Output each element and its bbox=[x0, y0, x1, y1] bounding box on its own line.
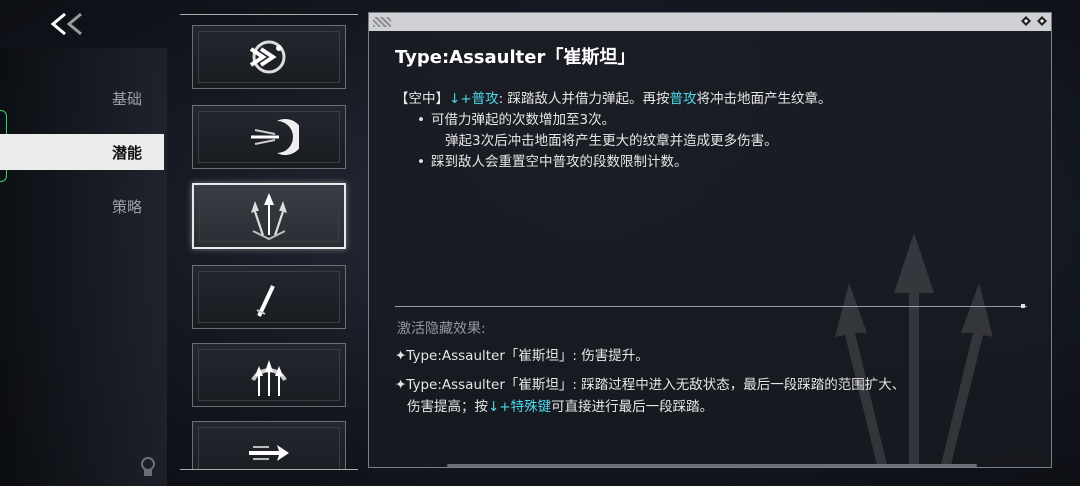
tab-potential[interactable]: 潜能 bbox=[0, 134, 164, 170]
arrow-burst-icon bbox=[251, 360, 287, 396]
hatch-pattern bbox=[373, 17, 391, 27]
skill-slot-1[interactable] bbox=[192, 25, 346, 89]
crescent-slash-icon bbox=[251, 119, 299, 155]
bullet-dot: • bbox=[417, 154, 425, 170]
description-line: 【空中】↓+普攻: 踩踏敌人并借力弹起。再按普攻将冲击地面产生纹章。 bbox=[395, 89, 1025, 110]
input-command: ↓+普攻 bbox=[449, 91, 499, 107]
input-command: ↓+特殊键 bbox=[488, 399, 552, 415]
medal-icon bbox=[138, 456, 158, 478]
diamond-icon bbox=[1021, 16, 1031, 26]
skill-detail-panel: Type:Assaulter「崔斯坦」 【空中】↓+普攻: 踩踏敌人并借力弹起。… bbox=[368, 12, 1052, 468]
hidden-text: 伤害提高；按 bbox=[407, 399, 488, 415]
section-divider bbox=[395, 306, 1027, 307]
input-command: 普攻 bbox=[669, 91, 697, 107]
dash-chevron-icon bbox=[249, 40, 286, 74]
bullet-text: 可借力弹起的次数增加至3次。 bbox=[431, 112, 616, 128]
hidden-text: 可直接进行最后一段踩踏。 bbox=[551, 399, 714, 415]
scroll-indicator[interactable] bbox=[447, 464, 977, 467]
bullet-text: 踩到敌人会重置空中普攻的段数限制计数。 bbox=[431, 154, 688, 170]
triple-arrow-icon bbox=[251, 193, 287, 241]
hidden-effect-line: 伤害提高；按↓+特殊键可直接进行最后一段踩踏。 bbox=[395, 396, 1035, 418]
hidden-effect-item: ✦Type:Assaulter「崔斯坦」: 伤害提升。 bbox=[395, 348, 649, 364]
hidden-effect-item: ✦Type:Assaulter「崔斯坦」: 踩踏过程中进入无敌状态，最后一段踩踏… bbox=[395, 374, 1035, 418]
air-tag: 【空中】 bbox=[395, 91, 449, 107]
skill-slot-5[interactable] bbox=[192, 343, 346, 407]
hidden-effect-heading: 激活隐藏效果: bbox=[397, 321, 486, 337]
panel-header-bar bbox=[369, 13, 1051, 31]
category-sidebar: 基础 潜能 策略 bbox=[0, 48, 167, 486]
skill-list[interactable] bbox=[180, 14, 358, 470]
bullet-item: • 可借力弹起的次数增加至3次。 bbox=[395, 110, 1025, 131]
bullet-dot: • bbox=[417, 112, 425, 128]
description-text: 将冲击地面产生纹章。 bbox=[696, 91, 832, 107]
tab-strategy[interactable]: 策略 bbox=[0, 188, 166, 224]
divider-endpoint bbox=[1021, 304, 1025, 308]
description-text: : 踩踏敌人并借力弹起。再按 bbox=[498, 91, 670, 107]
tab-basic[interactable]: 基础 bbox=[0, 80, 166, 116]
bullet-continuation: 弹起3次后冲击地面将产生更大的纹章并造成更多伤害。 bbox=[445, 133, 778, 149]
back-button[interactable] bbox=[38, 6, 98, 42]
hidden-effect-line: ✦Type:Assaulter「崔斯坦」: 踩踏过程中进入无敌状态，最后一段踩踏… bbox=[395, 377, 906, 393]
skill-slot-2[interactable] bbox=[192, 105, 346, 169]
skill-slot-4[interactable] bbox=[192, 265, 346, 329]
diamond-icon bbox=[1037, 16, 1047, 26]
skill-description: 【空中】↓+普攻: 踩踏敌人并借力弹起。再按普攻将冲击地面产生纹章。 • 可借力… bbox=[395, 89, 1025, 173]
skill-title: Type:Assaulter「崔斯坦」 bbox=[395, 47, 636, 68]
skill-slot-6[interactable] bbox=[192, 421, 346, 469]
double-chevron-left-icon bbox=[50, 12, 82, 36]
swift-arrow-icon bbox=[249, 445, 289, 461]
bullet-item: • 踩到敌人会重置空中普攻的段数限制计数。 bbox=[395, 152, 1025, 173]
blade-arc-icon bbox=[256, 275, 291, 317]
skill-slot-3[interactable] bbox=[192, 183, 346, 249]
